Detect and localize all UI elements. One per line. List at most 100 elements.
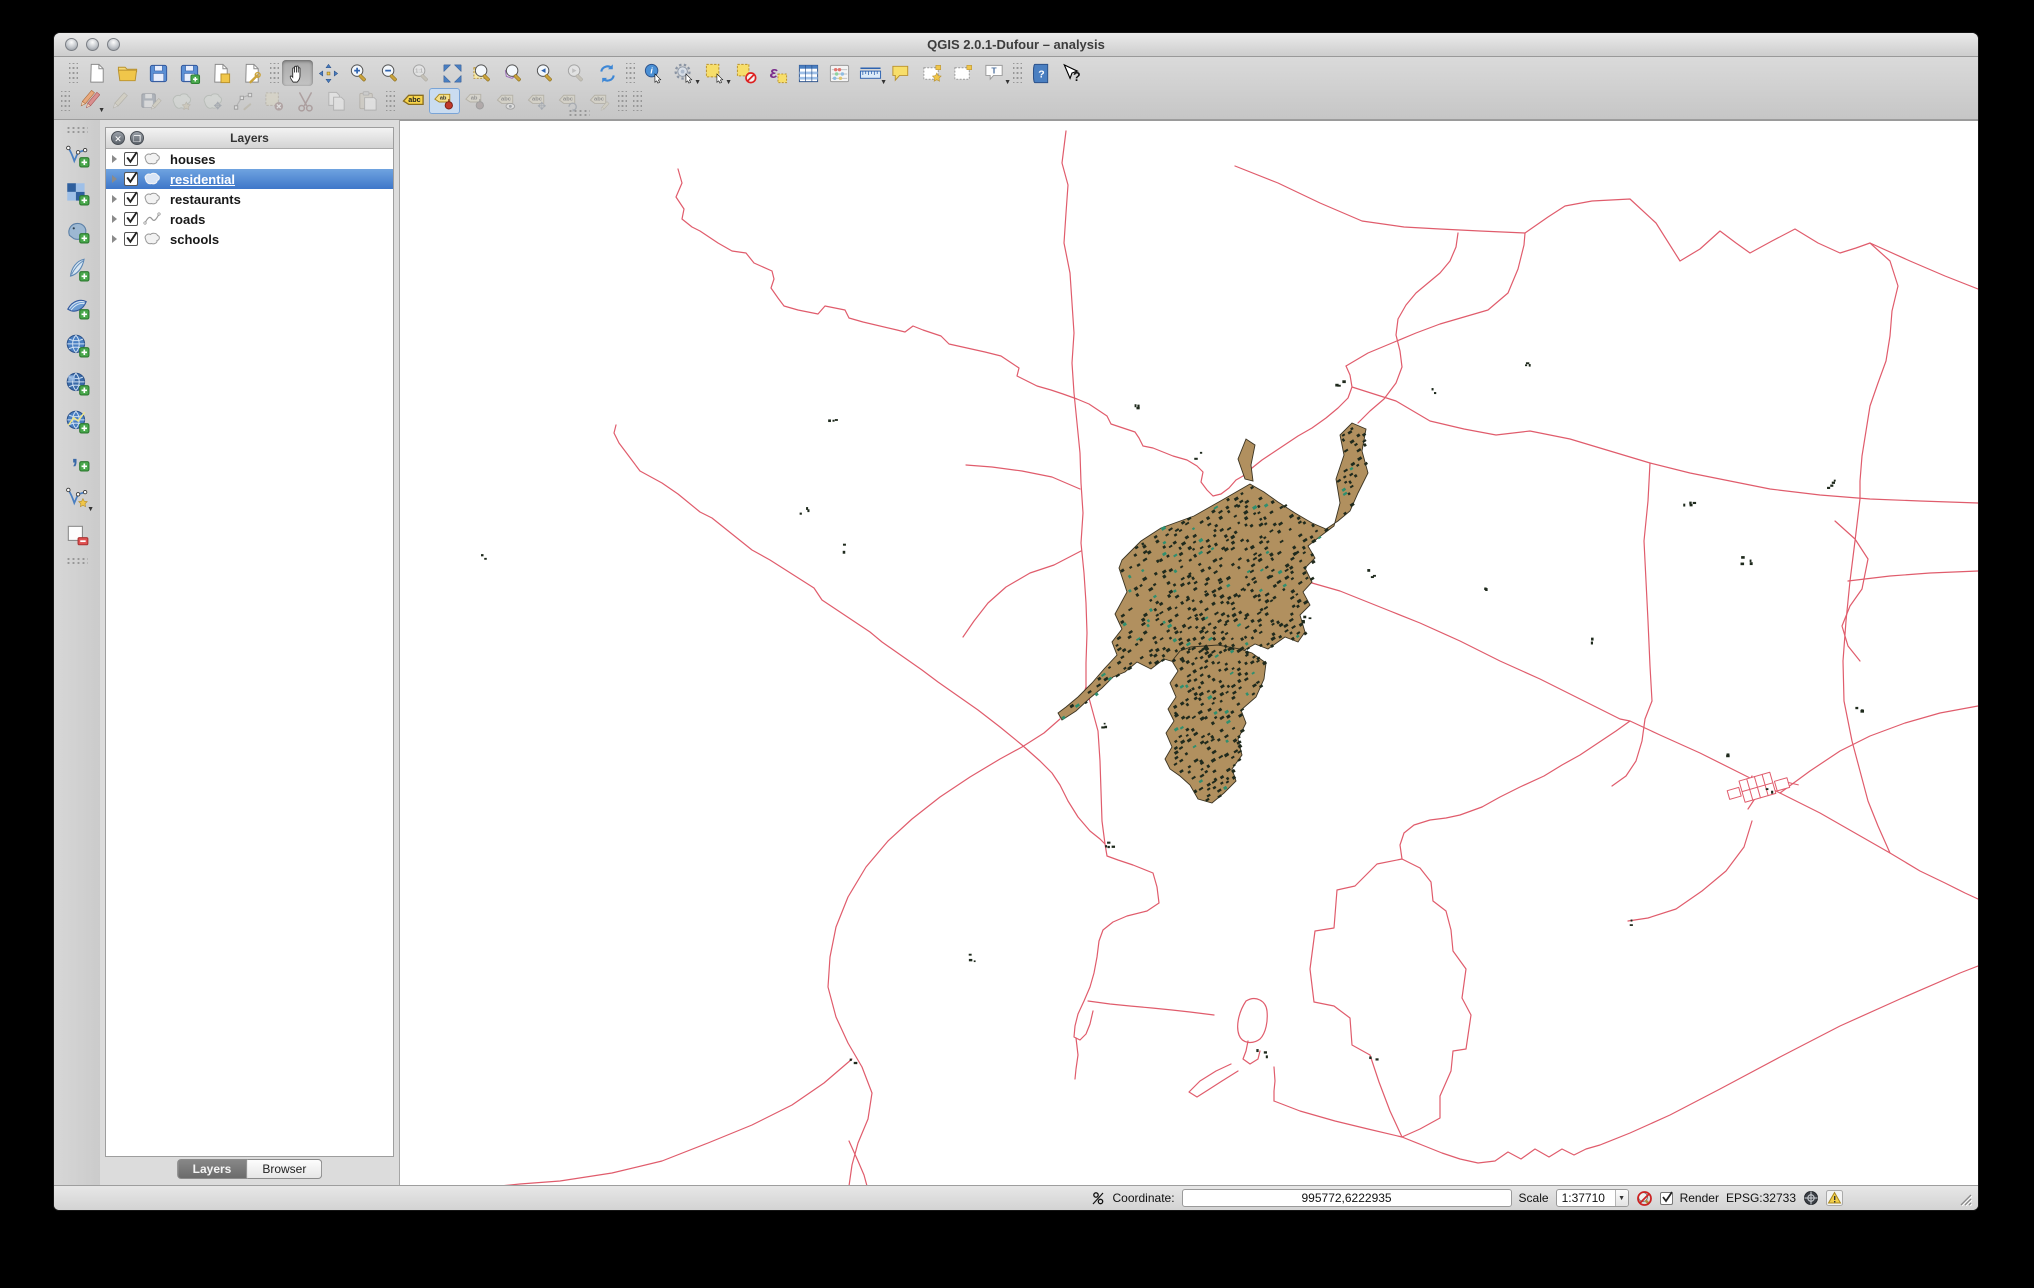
- select-by-expression-button[interactable]: ε: [762, 60, 793, 86]
- layer-item-residential[interactable]: residential: [106, 169, 393, 189]
- run-feature-action-button[interactable]: ▼: [669, 60, 701, 86]
- toolbar-grip[interactable]: [568, 109, 590, 116]
- expander-icon[interactable]: [112, 215, 117, 223]
- title-bar[interactable]: QGIS 2.0.1-Dufour – analysis: [54, 33, 1978, 57]
- add-postgis-layer-button[interactable]: [61, 215, 93, 247]
- select-features-button[interactable]: ▼: [700, 60, 732, 86]
- zoom-next-icon: [567, 63, 583, 81]
- close-window-button[interactable]: [65, 38, 78, 51]
- layer-visibility-checkbox[interactable]: [124, 211, 138, 226]
- toolbar-grip[interactable]: [1013, 63, 1022, 83]
- text-annotation-button[interactable]: T ▼: [979, 60, 1011, 86]
- resize-grip[interactable]: [1957, 1191, 1972, 1206]
- zoom-to-layer-button[interactable]: [499, 60, 530, 86]
- table-icon: [798, 64, 819, 82]
- panel-close-icon[interactable]: ✕: [111, 131, 125, 145]
- messages-warning-icon[interactable]: [1826, 1190, 1843, 1206]
- coordinate-capture-icon[interactable]: [1091, 1191, 1106, 1206]
- layer-item-roads[interactable]: roads: [106, 209, 393, 229]
- chevron-down-icon[interactable]: ▼: [1004, 79, 1011, 86]
- save-project-as-button[interactable]: [174, 60, 205, 86]
- add-wfs-layer-button[interactable]: [61, 405, 93, 437]
- remove-layer-button[interactable]: [61, 519, 93, 551]
- new-shapefile-layer-button[interactable]: ▼: [61, 481, 94, 513]
- toolbar-grip[interactable]: [66, 557, 88, 564]
- tab-layers[interactable]: Layers: [176, 1159, 248, 1179]
- whats-this-button[interactable]: ?: [1056, 60, 1087, 86]
- toolbar-grip[interactable]: [386, 91, 395, 111]
- tab-browser[interactable]: Browser: [247, 1159, 323, 1179]
- add-wms-layer-button[interactable]: [61, 329, 93, 361]
- annotation-icon: T: [985, 64, 1003, 81]
- save-edits-icon: [141, 92, 162, 110]
- save-project-button[interactable]: [143, 60, 174, 86]
- zoom-out-button[interactable]: [375, 60, 406, 86]
- stop-render-icon[interactable]: [1636, 1190, 1653, 1207]
- layer-item-schools[interactable]: schools: [106, 229, 393, 249]
- layer-visibility-checkbox[interactable]: [124, 171, 138, 186]
- expander-icon[interactable]: [112, 235, 117, 243]
- toolbar-grip[interactable]: [61, 91, 70, 111]
- measure-line-button[interactable]: ▼: [855, 60, 887, 86]
- cut-features-button: [290, 88, 321, 114]
- layer-visibility-checkbox[interactable]: [124, 191, 138, 206]
- new-bookmark-button[interactable]: [917, 60, 948, 86]
- layer-labeling-options-button[interactable]: abc: [398, 88, 429, 114]
- chevron-down-icon[interactable]: ▼: [1614, 1190, 1628, 1206]
- pin-unpin-labels-button[interactable]: ab: [429, 88, 460, 114]
- pan-to-selection-button[interactable]: [313, 60, 344, 86]
- zoom-full-extent-button[interactable]: [437, 60, 468, 86]
- layer-visibility-checkbox[interactable]: [124, 231, 138, 246]
- open-attribute-table-button[interactable]: [793, 60, 824, 86]
- crs-status[interactable]: EPSG:32733: [1726, 1191, 1796, 1205]
- help-contents-button[interactable]: ?: [1025, 60, 1056, 86]
- pan-map-button[interactable]: [282, 60, 313, 86]
- expander-icon[interactable]: [112, 195, 117, 203]
- render-checkbox[interactable]: [1659, 1191, 1673, 1205]
- toolbar-grip[interactable]: [626, 63, 635, 83]
- svg-text:?: ?: [1038, 68, 1044, 80]
- open-project-button[interactable]: [112, 60, 143, 86]
- new-print-composer-button[interactable]: [205, 60, 236, 86]
- zoom-window-button[interactable]: [107, 38, 120, 51]
- svg-text:?: ?: [1073, 70, 1081, 84]
- expander-icon[interactable]: [112, 175, 117, 183]
- wfs-icon: [66, 410, 90, 434]
- toolbar-grip[interactable]: [66, 126, 88, 133]
- field-calculator-button[interactable]: [824, 60, 855, 86]
- map-tips-button[interactable]: [886, 60, 917, 86]
- add-spatialite-layer-button[interactable]: [61, 253, 93, 285]
- scale-combobox[interactable]: 1:37710 ▼: [1555, 1189, 1629, 1207]
- scale-value: 1:37710: [1561, 1191, 1605, 1205]
- zoom-last-button[interactable]: [530, 60, 561, 86]
- layer-item-restaurants[interactable]: restaurants: [106, 189, 393, 209]
- layer-item-houses[interactable]: houses: [106, 149, 393, 169]
- toolbar-grip[interactable]: [270, 63, 279, 83]
- zoom-in-button[interactable]: [344, 60, 375, 86]
- panel-float-icon[interactable]: ❐: [130, 131, 144, 145]
- whatsthis-icon: ?: [1063, 63, 1081, 84]
- add-raster-layer-button[interactable]: [61, 177, 93, 209]
- toolbar-grip[interactable]: [618, 91, 627, 111]
- toolbar-grip[interactable]: [633, 91, 642, 111]
- identify-features-button[interactable]: i: [638, 60, 669, 86]
- expander-icon[interactable]: [112, 155, 117, 163]
- crs-globe-icon[interactable]: [1803, 1190, 1819, 1206]
- current-edits-button[interactable]: ▼: [73, 88, 105, 114]
- map-canvas[interactable]: [400, 120, 1978, 1185]
- new-project-button[interactable]: [81, 60, 112, 86]
- toolbar-grip[interactable]: [69, 63, 78, 83]
- refresh-map-button[interactable]: [592, 60, 623, 86]
- add-vector-layer-button[interactable]: [61, 139, 93, 171]
- composer-manager-button[interactable]: [236, 60, 267, 86]
- chevron-down-icon[interactable]: ▼: [87, 506, 94, 513]
- coordinate-input[interactable]: [1181, 1189, 1512, 1207]
- zoom-to-selection-button[interactable]: [468, 60, 499, 86]
- add-mssql-layer-button[interactable]: [61, 291, 93, 323]
- add-wcs-layer-button[interactable]: [61, 367, 93, 399]
- add-delimited-text-layer-button[interactable]: ,: [61, 443, 93, 475]
- minimize-window-button[interactable]: [86, 38, 99, 51]
- layer-visibility-checkbox[interactable]: [124, 151, 138, 166]
- deselect-features-button[interactable]: [731, 60, 762, 86]
- show-bookmarks-button[interactable]: [948, 60, 979, 86]
